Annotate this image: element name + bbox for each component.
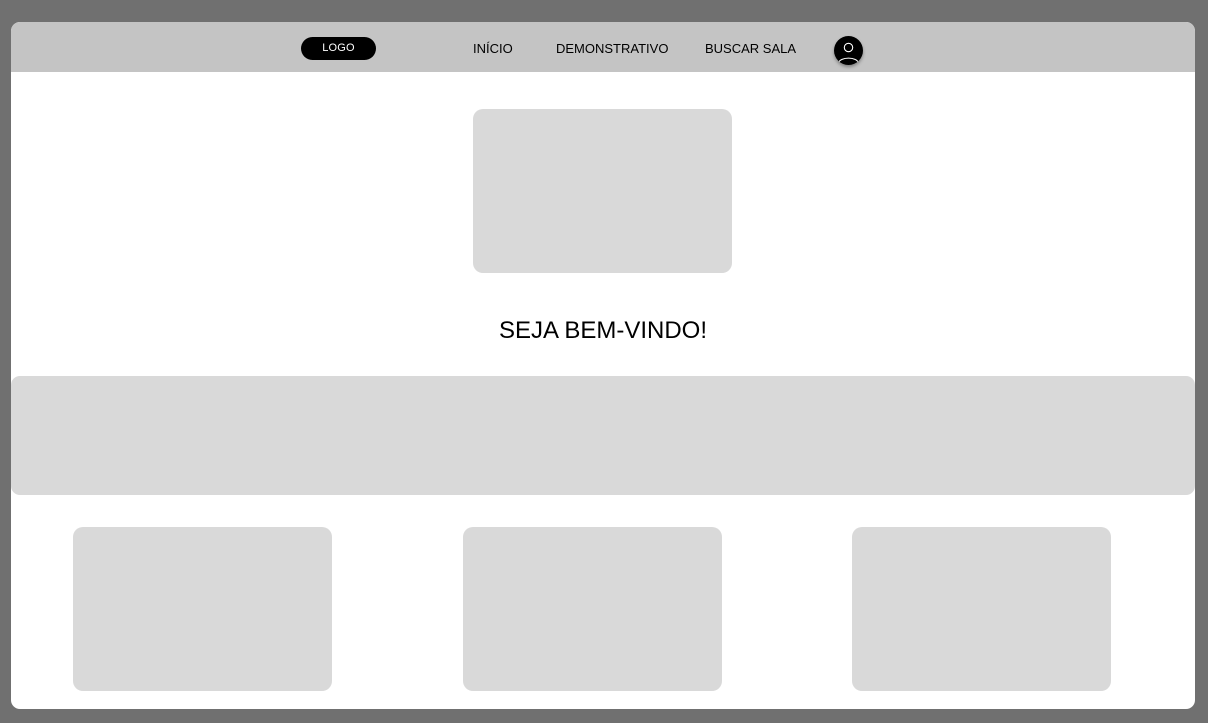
card-placeholder-3	[852, 527, 1111, 691]
navbar: LOGO INÍCIO DEMONSTRATIVO BUSCAR SALA	[11, 22, 1195, 72]
nav-link-buscar-sala[interactable]: BUSCAR SALA	[705, 41, 796, 57]
nav-link-inicio[interactable]: INÍCIO	[473, 41, 513, 57]
hero-image-placeholder	[473, 109, 732, 273]
banner-placeholder	[11, 376, 1195, 495]
logo-button[interactable]: LOGO	[301, 37, 376, 60]
card-placeholder-1	[73, 527, 332, 691]
welcome-heading: SEJA BEM-VINDO!	[498, 317, 708, 344]
nav-link-demonstrativo[interactable]: DEMONSTRATIVO	[556, 41, 668, 57]
user-icon	[837, 42, 860, 64]
card-placeholder-2	[463, 527, 722, 691]
app-frame: LOGO INÍCIO DEMONSTRATIVO BUSCAR SALA SE…	[11, 22, 1195, 709]
user-avatar-button[interactable]	[834, 36, 863, 65]
